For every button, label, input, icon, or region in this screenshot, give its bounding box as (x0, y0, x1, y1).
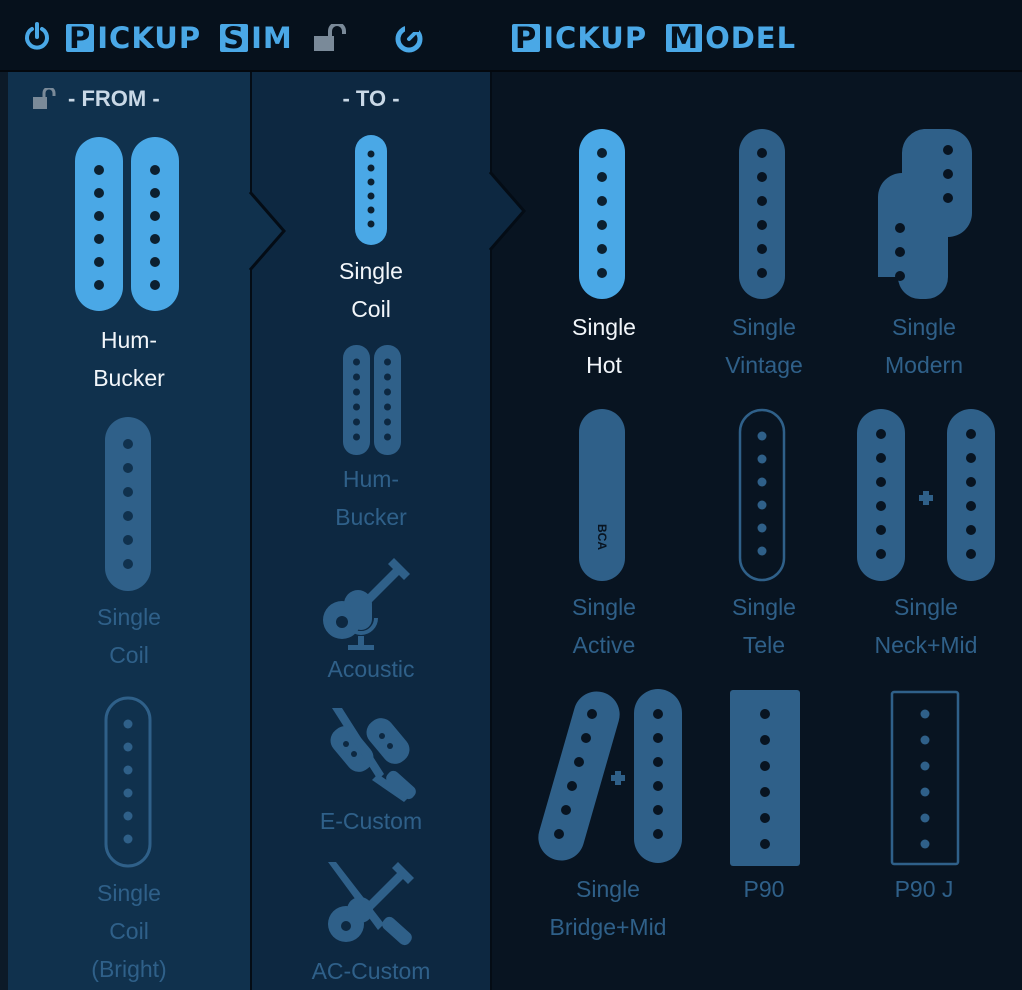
to-humbucker-option[interactable]: Hum- Bucker (252, 340, 490, 540)
option-label: AC-Custom (311, 958, 431, 984)
title-text: ICKUP (97, 21, 202, 55)
title-initial: M (666, 24, 703, 53)
to-acoustic-option[interactable]: Acoustic (252, 548, 490, 698)
single-coil-icon (105, 417, 151, 591)
pickup-model-title: P ICKUP M ODEL (512, 18, 796, 58)
single-coil-outline-icon (104, 696, 152, 868)
option-label: Single Vintage (725, 314, 803, 378)
title-initial: P (66, 24, 95, 53)
option-label: Single Bridge+Mid (549, 876, 667, 940)
option-label: Single Hot (572, 314, 636, 378)
option-label: Single Active (572, 594, 636, 658)
header-bar: P ICKUP S IM P ICKUP M ODEL (0, 0, 1022, 72)
to-single-coil-option[interactable]: Single Coil (252, 126, 490, 336)
power-icon[interactable] (24, 22, 50, 52)
option-label: Single Coil (339, 258, 403, 322)
from-heading: - FROM - (68, 86, 160, 111)
humbucker-icon (75, 137, 179, 311)
pickup-sim-title: P ICKUP S IM (66, 18, 293, 58)
acoustic-guitar-mic-icon (323, 558, 410, 650)
unlock-icon[interactable] (312, 24, 352, 52)
humbucker-icon (343, 345, 401, 455)
to-e-custom-option[interactable]: E-Custom (252, 702, 490, 852)
chevron-right-icon (488, 172, 526, 250)
staggered-single-coil-icon (878, 129, 972, 299)
title-text: ICKUP (543, 21, 648, 55)
title-initial: S (220, 24, 249, 53)
active-pickup-icon (579, 409, 625, 581)
option-label: Single Neck+Mid (874, 594, 978, 658)
option-label: Hum- Bucker (335, 466, 407, 530)
p90-outline-icon (890, 690, 960, 866)
angled-dual-single-coil-icon (538, 689, 682, 863)
option-label: E-Custom (319, 808, 423, 834)
to-ac-custom-option[interactable]: AC-Custom (252, 856, 490, 990)
unlock-icon[interactable] (32, 88, 60, 110)
option-label: Acoustic (327, 656, 415, 682)
option-label: P90 J (894, 876, 954, 902)
model-p90-option[interactable]: P90 (694, 680, 834, 910)
from-single-coil-bright-option[interactable]: Single Coil (Bright) (8, 690, 250, 990)
title-initial: P (512, 24, 541, 53)
from-humbucker-option[interactable]: Hum- Bucker (8, 126, 250, 396)
model-single-modern-option[interactable]: Single Modern (854, 118, 994, 388)
title-text: IM (251, 21, 293, 55)
model-single-vintage-option[interactable]: Single Vintage (694, 118, 834, 388)
option-label: P90 (743, 876, 785, 902)
model-single-tele-option[interactable]: Single Tele (694, 400, 834, 670)
custom-acoustic-tools-icon (328, 862, 414, 946)
model-single-active-option[interactable]: BCA Single Active (534, 400, 674, 670)
single-coil-icon (579, 129, 625, 299)
to-heading: - TO - (342, 86, 400, 111)
model-single-bridge-mid-option[interactable]: Single Bridge+Mid (520, 680, 696, 970)
reset-icon[interactable] (392, 22, 426, 54)
option-label: Hum- Bucker (93, 327, 165, 391)
option-label: Single Coil (97, 604, 161, 668)
single-coil-icon (355, 135, 387, 245)
option-label: Single Modern (885, 314, 963, 378)
model-single-hot-option[interactable]: Single Hot (534, 118, 674, 388)
model-p90-j-option[interactable]: P90 J (854, 680, 994, 910)
option-label: Single Tele (732, 594, 796, 658)
from-single-coil-option[interactable]: Single Coil (8, 410, 250, 680)
dual-single-coil-icon (857, 409, 995, 581)
p90-pickup-icon (730, 690, 800, 866)
active-pickup-badge: BCA (595, 524, 609, 550)
custom-pickup-tools-icon (330, 708, 416, 802)
single-coil-outline-icon (738, 408, 786, 582)
single-coil-icon (739, 129, 785, 299)
model-single-neck-mid-option[interactable]: Single Neck+Mid (846, 400, 1006, 670)
option-label: Single Coil (Bright) (91, 880, 167, 982)
title-text: ODEL (705, 21, 797, 55)
